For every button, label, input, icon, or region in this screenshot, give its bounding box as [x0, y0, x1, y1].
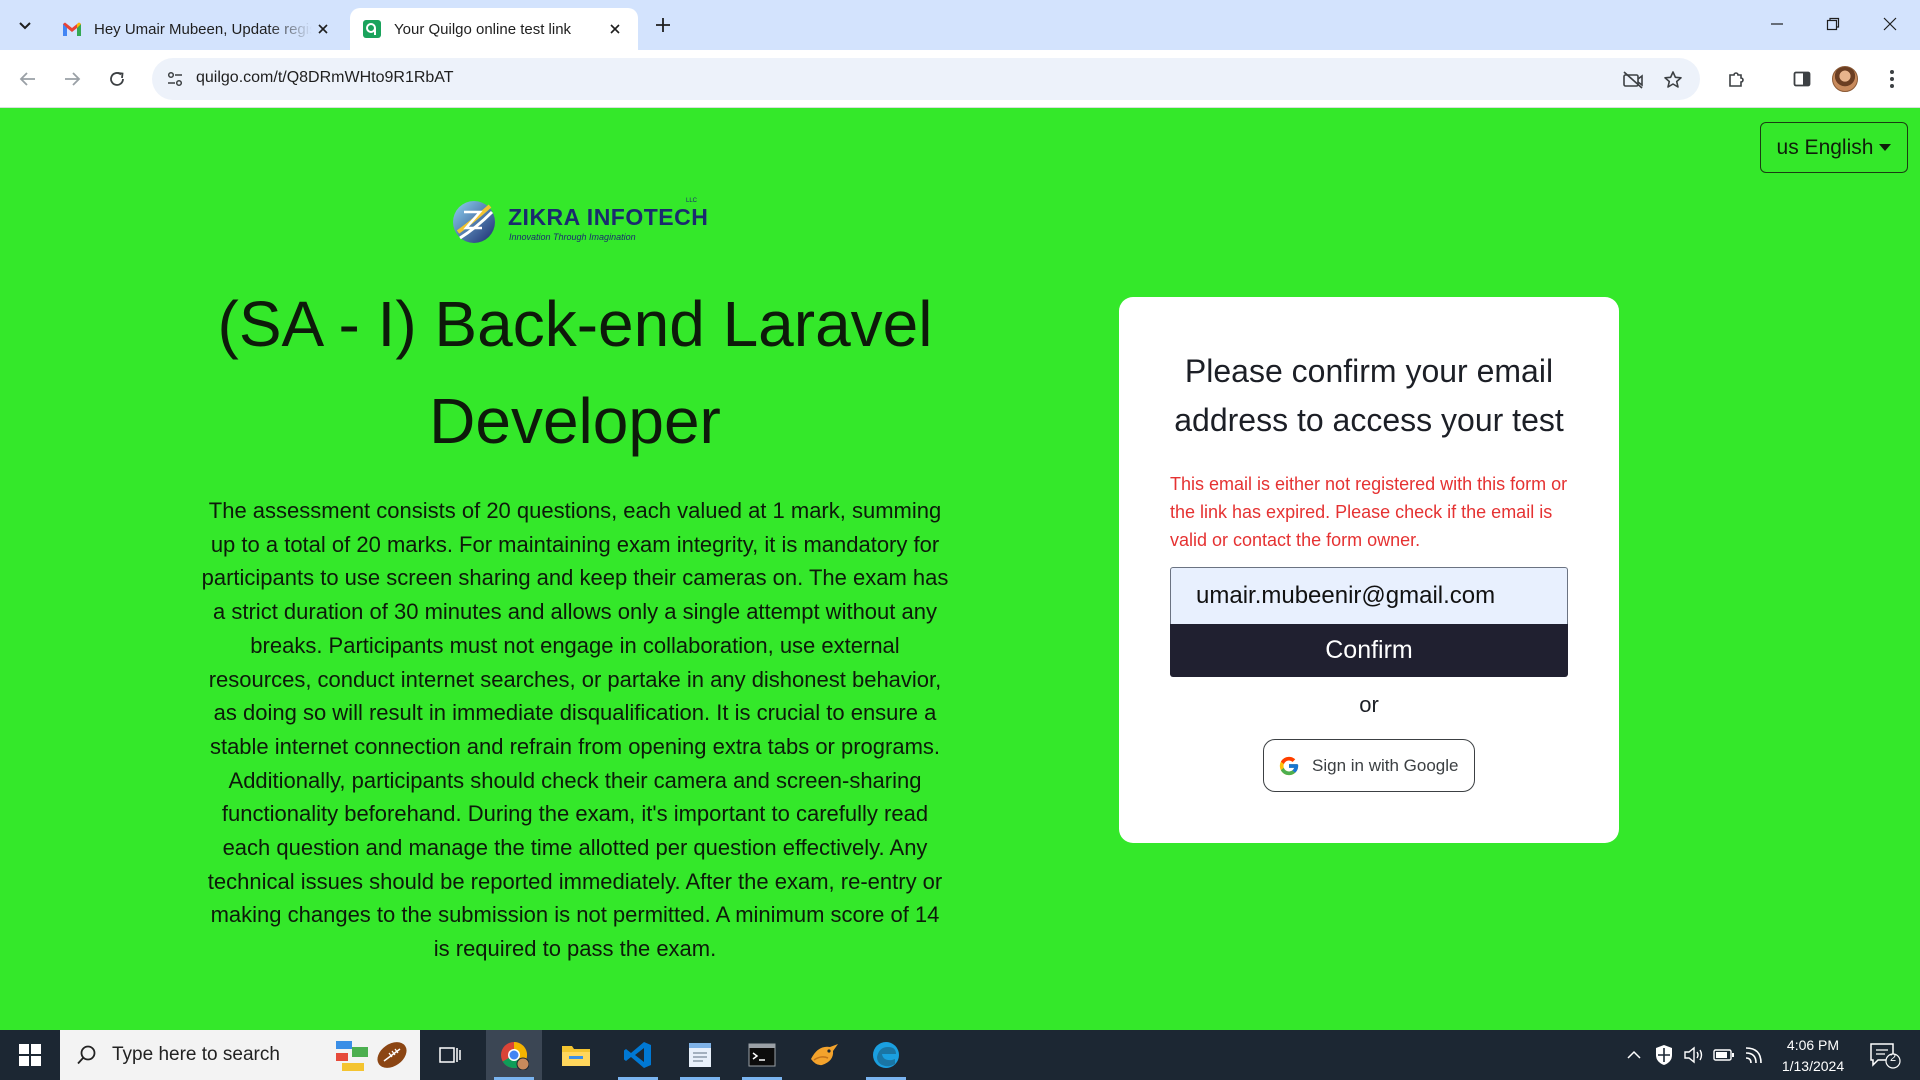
system-clock[interactable]: 4:06 PM 1/13/2024 [1770, 1035, 1856, 1077]
google-sign-in-button[interactable]: Sign in with Google [1263, 739, 1475, 792]
notification-center-button[interactable]: 2 [1868, 1040, 1902, 1070]
error-message: This email is either not registered with… [1170, 474, 1568, 550]
arrow-left-icon [19, 72, 35, 86]
gmail-icon [62, 19, 82, 39]
tray-overflow-icon[interactable] [1622, 1043, 1646, 1067]
windows-logo-icon [19, 1044, 41, 1066]
football-icon [336, 1041, 407, 1071]
arrow-right-icon [65, 72, 81, 86]
quilgo-icon [362, 19, 382, 39]
logo-name: ZIKRA INFOTECH [508, 204, 709, 230]
puzzle-icon [1729, 72, 1744, 87]
zikra-logo-icon [453, 201, 495, 243]
or-separator: or [1359, 692, 1379, 717]
site-settings-icon[interactable] [160, 64, 190, 94]
tab-gmail[interactable]: Hey Umair Mubeen, Update registration [50, 8, 346, 50]
close-icon[interactable] [312, 18, 334, 40]
reload-button[interactable] [101, 63, 133, 95]
taskbar-postman[interactable] [796, 1030, 852, 1080]
taskbar-notepad[interactable] [672, 1030, 728, 1080]
close-icon [1883, 17, 1897, 31]
google-icon [1279, 756, 1299, 775]
test-description: The assessment consists of 20 questions,… [201, 498, 949, 962]
new-tab-button[interactable] [650, 12, 676, 38]
logo-suffix: LLC [686, 198, 698, 204]
url-text[interactable]: quilgo.com/t/Q8DRmWHto9R1RbAT [196, 69, 454, 87]
taskbar-file-explorer[interactable] [548, 1030, 604, 1080]
google-sign-in-label: Sign in with Google [1312, 755, 1459, 775]
clock-time: 4:06 PM [1786, 1037, 1840, 1053]
extensions-button[interactable] [1721, 63, 1753, 95]
reload-icon [110, 72, 124, 86]
browser-menu-button[interactable] [1876, 63, 1908, 95]
folder-icon [562, 1046, 590, 1066]
search-highlight-widget[interactable] [334, 1035, 414, 1075]
task-view-button[interactable] [422, 1030, 478, 1080]
notepad-icon [689, 1043, 711, 1067]
tab-title: Your Quilgo online test link [394, 20, 572, 38]
task-view-icon [439, 1047, 461, 1063]
search-placeholder: Type here to search [112, 1044, 280, 1065]
profile-avatar[interactable] [1832, 66, 1858, 92]
confirm-button[interactable]: Confirm [1170, 624, 1568, 677]
terminal-icon [748, 1043, 776, 1067]
forward-button[interactable] [56, 63, 88, 95]
wifi-icon[interactable] [1742, 1043, 1766, 1067]
caret-down-icon [1879, 144, 1892, 151]
language-label: us English [1776, 135, 1874, 159]
chrome-icon [501, 1041, 529, 1070]
kebab-menu-icon [1890, 70, 1894, 88]
notification-count: 2 [1889, 1052, 1897, 1064]
test-title: (SA - I) Back-end Laravel Developer [217, 288, 933, 457]
language-selector[interactable]: us English [1760, 122, 1908, 173]
side-panel-button[interactable] [1786, 63, 1818, 95]
battery-icon[interactable] [1712, 1043, 1736, 1067]
windows-taskbar: Type here to search 4:06 PM 1/13/2024 2 [0, 1030, 1920, 1080]
card-heading: Please confirm your email address to acc… [1174, 353, 1564, 438]
close-icon[interactable] [604, 18, 626, 40]
search-icon [77, 1045, 96, 1065]
edge-icon [873, 1042, 899, 1068]
back-button[interactable] [12, 63, 44, 95]
taskbar-vscode[interactable] [610, 1030, 666, 1080]
tab-search-button[interactable] [10, 11, 40, 39]
minimize-icon [1771, 23, 1783, 25]
browser-tab-bar: Hey Umair Mubeen, Update registration Yo… [0, 0, 1920, 50]
star-icon[interactable] [1660, 67, 1686, 93]
email-input[interactable] [1170, 567, 1568, 624]
bird-icon [811, 1044, 838, 1066]
close-window-button[interactable] [1868, 8, 1912, 40]
tab-title: Hey Umair Mubeen, Update registration [94, 20, 312, 38]
address-bar[interactable]: quilgo.com/t/Q8DRmWHto9R1RbAT [152, 58, 1700, 100]
taskbar-terminal[interactable] [734, 1030, 790, 1080]
taskbar-edge[interactable] [858, 1030, 914, 1080]
volume-icon[interactable] [1682, 1043, 1706, 1067]
tab-quilgo[interactable]: Your Quilgo online test link [350, 8, 638, 50]
taskbar-chrome[interactable] [486, 1030, 542, 1080]
security-shield-icon[interactable] [1652, 1043, 1676, 1067]
email-confirm-card: Please confirm your email address to acc… [1119, 297, 1619, 843]
vscode-icon [624, 1042, 651, 1068]
company-logo: ZIKRA INFOTECH LLC Innovation Through Im… [450, 196, 710, 252]
restore-button[interactable] [1811, 8, 1855, 40]
side-panel-icon [1793, 71, 1811, 87]
browser-toolbar: quilgo.com/t/Q8DRmWHto9R1RbAT [0, 50, 1920, 108]
restore-icon [1826, 17, 1840, 31]
start-button[interactable] [0, 1030, 60, 1080]
plus-icon [656, 18, 670, 32]
minimize-button[interactable] [1755, 8, 1799, 40]
logo-tagline: Innovation Through Imagination [509, 232, 636, 242]
camera-blocked-icon[interactable] [1620, 67, 1646, 93]
chevron-down-icon [19, 22, 31, 30]
clock-date: 1/13/2024 [1781, 1058, 1845, 1074]
